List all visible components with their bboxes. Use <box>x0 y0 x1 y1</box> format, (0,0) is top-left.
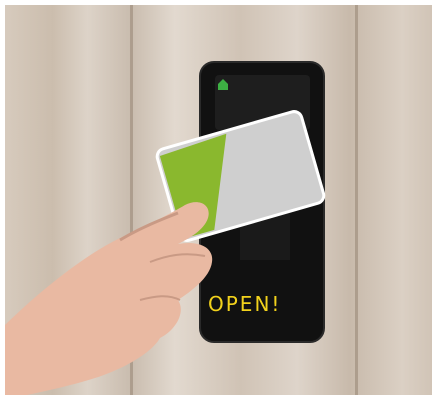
scene-illustration <box>0 61 326 400</box>
photo-scene: OPEN! <box>0 0 437 400</box>
hand <box>0 202 213 400</box>
open-status-label: OPEN! <box>208 292 282 316</box>
